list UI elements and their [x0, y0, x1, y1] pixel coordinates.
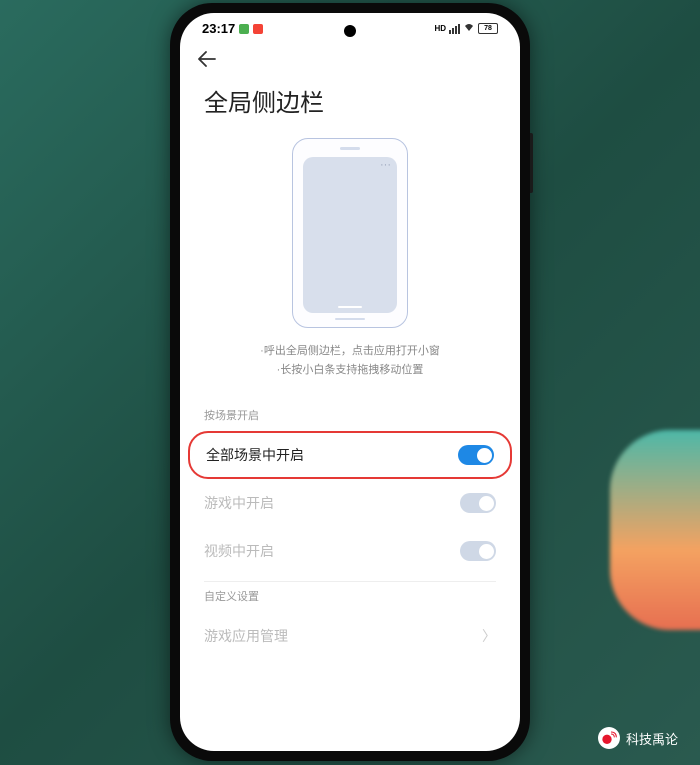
description-text: ·呼出全局侧边栏，点击应用打开小窗 ·长按小白条支持拖拽移动位置 — [180, 342, 520, 401]
background-shape — [610, 430, 700, 630]
phone-device-frame: 23:17 HD 78 全局侧边栏 — [170, 3, 530, 761]
description-line: ·长按小白条支持拖拽移动位置 — [200, 361, 500, 380]
page-title: 全局侧边栏 — [180, 79, 520, 132]
setting-label: 游戏应用管理 — [204, 626, 288, 646]
toggle-video-scene[interactable] — [460, 541, 496, 561]
setting-video-scene[interactable]: 视频中开启 — [180, 527, 520, 575]
section-header-custom: 自定义设置 — [180, 582, 520, 612]
camera-hole — [344, 25, 356, 37]
setting-label: 游戏中开启 — [204, 493, 274, 513]
status-indicator-icon — [239, 24, 249, 34]
phone-screen: 23:17 HD 78 全局侧边栏 — [180, 13, 520, 751]
section-header-scene: 按场景开启 — [180, 401, 520, 431]
battery-level: 78 — [484, 25, 492, 32]
setting-game-scene[interactable]: 游戏中开启 — [180, 479, 520, 527]
setting-all-scenes[interactable]: 全部场景中开启 — [188, 431, 512, 479]
hd-icon: HD — [434, 24, 446, 33]
mini-window-illustration — [303, 157, 397, 313]
watermark: 科技禹论 — [598, 727, 678, 749]
weibo-icon — [598, 727, 620, 749]
phone-illustration — [292, 138, 408, 328]
setting-label: 全部场景中开启 — [206, 445, 304, 465]
status-time: 23:17 — [202, 21, 235, 36]
back-button[interactable] — [198, 50, 216, 73]
status-indicator-icon — [253, 24, 263, 34]
illustration-area — [180, 132, 520, 342]
toggle-game-scene[interactable] — [460, 493, 496, 513]
watermark-text: 科技禹论 — [626, 729, 678, 748]
setting-game-app-mgmt[interactable]: 游戏应用管理 〉 — [180, 612, 520, 652]
chevron-right-icon: 〉 — [482, 626, 496, 646]
status-left: 23:17 — [202, 21, 263, 36]
battery-icon: 78 — [478, 23, 498, 34]
status-right: HD 78 — [434, 22, 498, 35]
wifi-icon — [463, 22, 475, 35]
setting-label: 视频中开启 — [204, 541, 274, 561]
nav-bar — [180, 40, 520, 79]
signal-icon — [449, 24, 460, 34]
toggle-all-scenes[interactable] — [458, 445, 494, 465]
description-line: ·呼出全局侧边栏，点击应用打开小窗 — [200, 342, 500, 361]
